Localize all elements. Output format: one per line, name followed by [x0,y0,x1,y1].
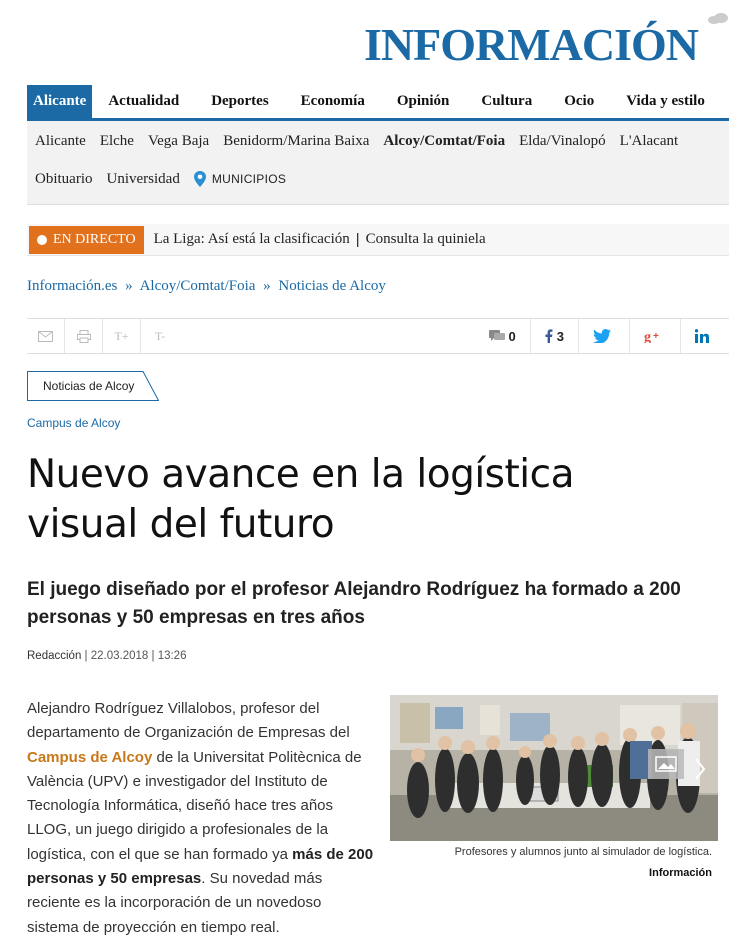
facebook-share-button[interactable]: 3 [529,319,578,353]
breadcrumb: Información.es » Alcoy/Comtat/Foia » Not… [27,278,386,295]
breadcrumb-noticias[interactable]: Noticias de Alcoy [278,278,385,294]
live-bar: EN DIRECTO La Liga: Así está la clasific… [27,224,729,256]
main-navigation: Alicante Actualidad Deportes Economía Op… [27,85,729,121]
article-author: Redacción [27,650,82,662]
breadcrumb-home[interactable]: Información.es [27,278,117,294]
svg-text:+: + [653,331,659,342]
email-button[interactable] [27,319,65,353]
breadcrumb-alcoy[interactable]: Alcoy/Comtat/Foia [140,278,256,294]
font-decrease-button[interactable]: T- [141,319,179,353]
facebook-icon [545,329,553,343]
campus-alcoy-link[interactable]: Campus de Alcoy [27,749,152,766]
live-badge-label: EN DIRECTO [53,231,136,247]
breadcrumb-separator: » [125,278,133,294]
nav-item-cultura[interactable]: Cultura [465,85,548,118]
nav-item-opinion[interactable]: Opinión [381,85,466,118]
live-dot-icon [37,234,47,245]
linkedin-share-button[interactable] [680,319,729,353]
subnav-item-universidad[interactable]: Universidad [107,171,180,188]
print-button[interactable] [65,319,103,353]
body-text: Alejandro Rodríguez Villalobos, profesor… [27,700,350,742]
twitter-bird-icon [593,329,611,343]
subnav-item-lalacant[interactable]: L'Alacant [620,133,679,150]
googleplus-icon: g + [644,330,659,343]
live-link-clasificacion[interactable]: La Liga: Así está la clasificación [154,231,350,248]
subnav-item-benidorm[interactable]: Benidorm/Marina Baixa [223,133,369,150]
article-date: 22.03.2018 [90,650,149,662]
group-photo-illustration [390,695,718,841]
subnav-item-elche[interactable]: Elche [100,133,134,150]
twitter-share-button[interactable] [578,319,629,353]
font-increase-button[interactable]: T+ [103,319,141,353]
nav-item-vida-y-estilo[interactable]: Vida y estilo [610,85,721,118]
comments-button[interactable]: 0 [475,319,530,353]
photo-caption: Profesores y alumnos junto al simulador … [454,846,712,858]
article-toolbar: T+ T- 0 3 g + [27,318,729,354]
sub-navigation: Alicante Elche Vega Baja Benidorm/Marina… [27,121,729,205]
live-divider: | [355,231,360,248]
live-badge[interactable]: EN DIRECTO [29,225,144,254]
article-time: 13:26 [157,650,187,662]
live-link-quiniela[interactable]: Consulta la quiniela [366,231,486,248]
comments-count: 0 [508,328,516,344]
article-byline: Redacción | 22.03.2018 | 13:26 [27,650,186,662]
nav-item-economia[interactable]: Economía [285,85,381,118]
weather-cloud-icon[interactable] [706,12,729,24]
printer-icon [76,329,91,343]
facebook-count: 3 [556,328,564,344]
gallery-overlay [648,749,684,779]
article-headline: Nuevo avance en la logística visual del … [27,452,574,547]
envelope-icon [38,330,53,342]
section-tag-outline [27,371,159,401]
map-pin-icon [193,171,206,187]
subnav-item-elda[interactable]: Elda/Vinalopó [519,133,606,150]
site-logo[interactable]: INFORMACIÓN [364,18,699,71]
nav-item-ocio[interactable]: Ocio [548,85,610,118]
breadcrumb-separator: » [263,278,271,294]
subnav-item-alicante[interactable]: Alicante [35,133,86,150]
comment-bubble-icon [488,330,505,341]
nav-item-actualidad[interactable]: Actualidad [92,85,195,118]
subnav-item-obituario[interactable]: Obituario [35,171,93,188]
subnav-item-alcoy[interactable]: Alcoy/Comtat/Foia [383,133,505,150]
municipios-link[interactable]: MUNICIPIOS [212,172,286,186]
svg-text:g: g [644,330,651,343]
subnav-item-vega-baja[interactable]: Vega Baja [148,133,209,150]
article-subtitle: El juego diseñado por el profesor Alejan… [27,579,681,628]
article-kicker[interactable]: Campus de Alcoy [27,416,120,430]
article-photo[interactable] [390,695,718,841]
article-body: Alejandro Rodríguez Villalobos, profesor… [27,697,375,940]
linkedin-icon [695,329,709,343]
nav-item-deportes[interactable]: Deportes [195,85,284,118]
photo-credit: Información [649,867,712,879]
nav-item-alicante[interactable]: Alicante [27,85,93,118]
googleplus-share-button[interactable]: g + [629,319,680,353]
